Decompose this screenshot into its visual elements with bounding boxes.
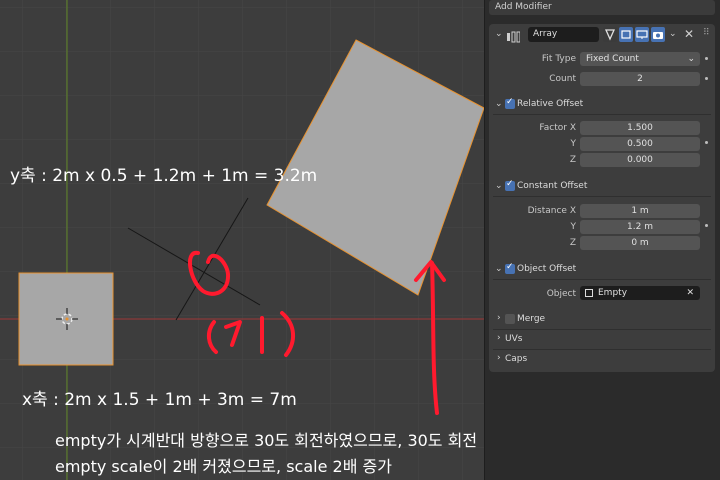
distance-z-label: Z — [569, 238, 576, 248]
constant-offset-title: Constant Offset — [517, 181, 588, 191]
realtime-monitor-icon[interactable] — [635, 27, 649, 42]
properties-panel: Add Modifier ⌄ Array ⌄ ✕ ⠿ Fit Type Fixe… — [484, 0, 720, 480]
chevron-down-icon[interactable]: ⌄ — [495, 29, 503, 39]
drag-handle-icon[interactable]: ⠿ — [703, 28, 710, 38]
relative-offset-checkbox[interactable]: ✓ — [505, 97, 515, 109]
chevron-down-icon: ⌄ — [495, 181, 503, 191]
distance-x-label: Distance X — [527, 206, 576, 216]
chevron-right-icon: › — [497, 313, 501, 323]
render-camera-icon[interactable] — [651, 27, 665, 42]
object-picker[interactable]: Empty ✕ — [580, 286, 700, 300]
modifier-dropdown-icon[interactable]: ⌄ — [669, 29, 677, 39]
distance-y-label: Y — [570, 222, 577, 232]
edit-mode-cage-icon[interactable] — [603, 27, 617, 42]
keyframe-dot[interactable] — [705, 224, 708, 227]
keyframe-dot[interactable] — [705, 141, 708, 144]
merge-checkbox[interactable] — [505, 314, 515, 324]
factor-x-label: Factor X — [539, 123, 576, 133]
x-axis-formula: x축 : 2m x 1.5 + 1m + 3m = 7m — [22, 390, 297, 410]
relative-offset-header[interactable]: ⌄ ✓ Relative Offset — [489, 95, 715, 113]
uvs-title: UVs — [505, 334, 523, 344]
note-scale: empty scale이 2배 커졌으므로, scale 2배 증가 — [55, 457, 392, 476]
fit-type-value: Fixed Count — [586, 54, 639, 64]
3d-viewport[interactable]: y축 : 2m x 0.5 + 1.2m + 1m = 3.2m x축 : 2m… — [0, 0, 484, 480]
modifier-header: ⌄ Array ⌄ ✕ ⠿ — [489, 24, 715, 44]
merge-header[interactable]: › Merge — [489, 310, 715, 328]
edit-mode-icon[interactable] — [619, 27, 633, 42]
close-icon[interactable]: ✕ — [684, 27, 694, 41]
object-label: Object — [546, 289, 576, 299]
array-modifier-icon — [507, 28, 521, 43]
keyframe-dot[interactable] — [705, 57, 708, 60]
object-offset-header[interactable]: ⌄ ✓ Object Offset — [489, 260, 715, 278]
factor-x-field[interactable]: 1.500 — [580, 121, 700, 135]
factor-z-label: Z — [569, 155, 576, 165]
count-label: Count — [549, 74, 576, 84]
factor-y-label: Y — [570, 139, 577, 149]
divider — [493, 114, 711, 115]
distance-y-field[interactable]: 1.2 m — [580, 220, 700, 234]
distance-z-field[interactable]: 0 m — [580, 236, 700, 250]
y-axis-formula: y축 : 2m x 0.5 + 1.2m + 1m = 3.2m — [10, 166, 318, 186]
divider — [493, 279, 711, 280]
chevron-down-icon: ⌄ — [687, 54, 695, 64]
uvs-header[interactable]: › UVs — [489, 330, 715, 348]
fit-type-select[interactable]: Fixed Count ⌄ — [580, 52, 700, 66]
fit-type-label: Fit Type — [541, 54, 576, 64]
add-modifier-button[interactable]: Add Modifier — [489, 0, 715, 15]
array-modifier-panel: ⌄ Array ⌄ ✕ ⠿ Fit Type Fixed Count ⌄ Cou… — [489, 24, 715, 372]
object-value: Empty — [598, 288, 628, 298]
note-rotation: empty가 시계반대 방향으로 30도 회전하였으므로, 30도 회전 — [55, 431, 478, 450]
modifier-name-input[interactable]: Array — [528, 27, 599, 42]
constant-offset-checkbox[interactable]: ✓ — [505, 179, 515, 191]
divider — [493, 196, 711, 197]
factor-z-field[interactable]: 0.000 — [580, 153, 700, 167]
distance-x-field[interactable]: 1 m — [580, 204, 700, 218]
object-offset-title: Object Offset — [517, 264, 577, 274]
caps-title: Caps — [505, 354, 528, 364]
caps-header[interactable]: › Caps — [489, 350, 715, 368]
chevron-right-icon: › — [497, 333, 501, 343]
chevron-down-icon: ⌄ — [495, 264, 503, 274]
count-field[interactable]: 2 — [580, 72, 700, 86]
keyframe-dot[interactable] — [705, 77, 708, 80]
clear-object-icon[interactable]: ✕ — [686, 286, 694, 300]
object-offset-checkbox[interactable]: ✓ — [505, 262, 515, 274]
empty-object-icon — [585, 289, 593, 297]
chevron-down-icon: ⌄ — [495, 99, 503, 109]
chevron-right-icon: › — [497, 353, 501, 363]
factor-y-field[interactable]: 0.500 — [580, 137, 700, 151]
constant-offset-header[interactable]: ⌄ ✓ Constant Offset — [489, 177, 715, 195]
merge-title: Merge — [517, 314, 546, 324]
relative-offset-title: Relative Offset — [517, 99, 584, 109]
